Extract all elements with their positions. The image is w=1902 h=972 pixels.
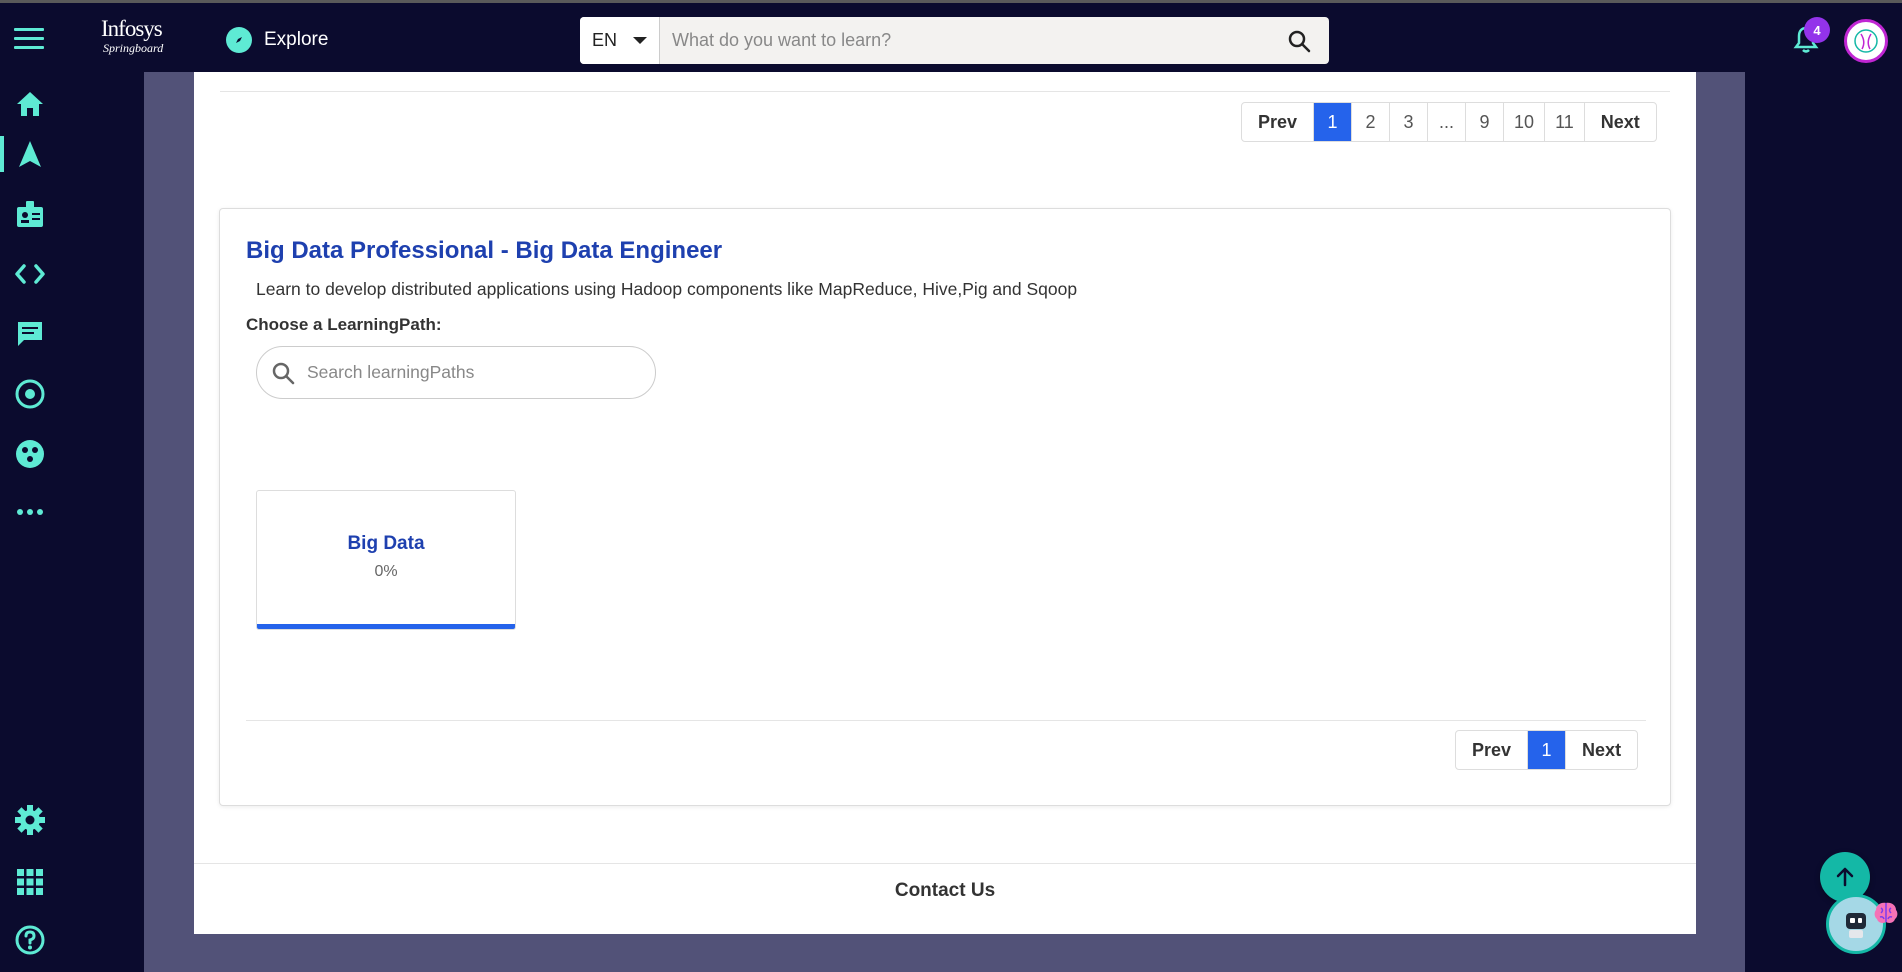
caret-down-icon	[633, 37, 648, 44]
learningpath-progress-bar	[257, 624, 515, 629]
learningpath-search	[256, 346, 656, 399]
avatar[interactable]	[1844, 19, 1888, 63]
home-icon	[17, 92, 43, 116]
target-icon	[15, 379, 45, 409]
language-value: EN	[592, 30, 618, 50]
explore-label: Explore	[264, 29, 329, 50]
arrow-up-icon	[1836, 867, 1854, 887]
contact-us-link[interactable]: Contact Us	[194, 880, 1696, 902]
search-icon	[272, 362, 295, 384]
top-pagination: Prev 1 2 3 ... 9 10 11 Next	[1241, 102, 1657, 142]
global-search-input[interactable]	[660, 17, 1269, 64]
sidebar-item-badge[interactable]	[0, 192, 60, 236]
logo-line2: Springboard	[103, 41, 164, 55]
pagination-page-2[interactable]: 2	[1352, 103, 1391, 141]
pagination-next-button[interactable]: Next	[1585, 103, 1656, 141]
sidebar-item-settings[interactable]	[0, 798, 60, 842]
apps-icon	[17, 869, 43, 895]
pagination-page-9[interactable]: 9	[1466, 103, 1505, 141]
pagination-page-10[interactable]: 10	[1504, 103, 1546, 141]
pagination-page-3[interactable]: 3	[1390, 103, 1429, 141]
pagination-page-1[interactable]: 1	[1314, 103, 1353, 141]
bottom-strip	[194, 934, 1696, 972]
sidebar	[0, 72, 60, 972]
pagination-ellipsis: ...	[1428, 103, 1467, 141]
card-pagination: Prev 1 Next	[1455, 730, 1639, 770]
compass-icon	[226, 27, 252, 53]
infosys-springboard-logo[interactable]: Infosys Springboard	[101, 17, 167, 61]
learningpath-search-input[interactable]	[307, 362, 627, 383]
sidebar-item-code[interactable]	[0, 252, 60, 296]
settings-icon	[15, 805, 45, 835]
sidebar-item-community[interactable]	[0, 432, 60, 476]
top-bar: Infosys Springboard Explore EN 4	[0, 0, 1902, 72]
menu-icon[interactable]	[14, 28, 44, 52]
learningpath-progress: 0%	[374, 563, 398, 580]
global-search-bar: EN	[580, 17, 1329, 64]
pagination-prev-button[interactable]: Prev	[1456, 731, 1529, 769]
sidebar-item-apps[interactable]	[0, 860, 60, 904]
pagination-next-button[interactable]: Next	[1566, 731, 1637, 769]
badge-icon	[17, 201, 43, 227]
program-title[interactable]: Big Data Professional - Big Data Enginee…	[246, 237, 722, 265]
sidebar-item-explore[interactable]	[0, 132, 60, 176]
sidebar-item-home[interactable]	[0, 82, 60, 126]
navigate-icon	[19, 141, 41, 167]
search-icon[interactable]	[1269, 17, 1329, 64]
community-icon	[16, 440, 44, 468]
program-card: Big Data Professional - Big Data Enginee…	[219, 208, 1671, 806]
pagination-prev-button[interactable]: Prev	[1242, 103, 1315, 141]
explore-button[interactable]: Explore	[226, 25, 328, 55]
chat-icon	[18, 322, 42, 346]
sidebar-item-chat[interactable]	[0, 312, 60, 356]
choose-learningpath-label: Choose a LearningPath:	[246, 315, 442, 334]
program-description: Learn to develop distributed application…	[256, 279, 1078, 299]
robot-icon	[1846, 913, 1866, 938]
divider	[220, 91, 1670, 92]
more-icon	[17, 509, 43, 515]
pagination-page-11[interactable]: 11	[1545, 103, 1585, 141]
pagination-page-1[interactable]: 1	[1528, 731, 1567, 769]
divider	[194, 863, 1696, 864]
divider	[246, 720, 1646, 721]
sidebar-item-help[interactable]	[0, 918, 60, 962]
notification-badge: 4	[1804, 17, 1830, 43]
learningpath-name: Big Data	[347, 533, 425, 554]
brain-icon[interactable]	[1872, 900, 1900, 926]
learningpath-tile[interactable]: Big Data 0%	[256, 490, 516, 630]
sidebar-item-target[interactable]	[0, 372, 60, 416]
language-select[interactable]: EN	[580, 17, 660, 64]
logo-line1: Infosys	[101, 16, 163, 41]
help-icon	[15, 925, 45, 955]
code-icon	[15, 264, 45, 284]
sidebar-item-more[interactable]	[0, 490, 60, 534]
